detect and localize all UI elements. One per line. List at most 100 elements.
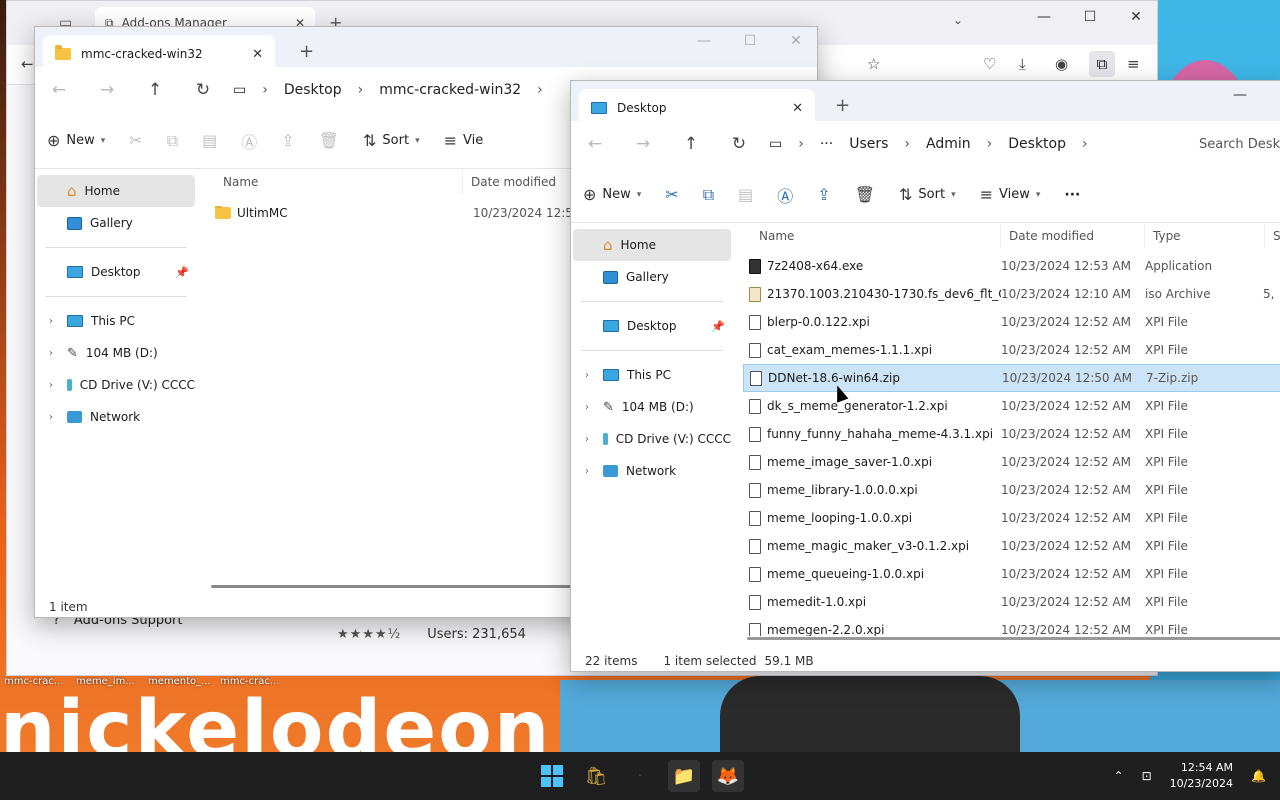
- refresh-icon[interactable]: ↻: [179, 80, 227, 100]
- rename-button[interactable]: Ⓐ: [765, 183, 805, 207]
- up-icon[interactable]: ↑: [131, 80, 179, 100]
- file-row[interactable]: UltimMC 10/23/2024 12:54 A: [213, 199, 613, 227]
- start-button[interactable]: [536, 760, 568, 792]
- sort-button[interactable]: ⇅ Sort ▾: [887, 185, 968, 204]
- monitor-icon[interactable]: ▭: [769, 136, 782, 152]
- chevron-right-icon[interactable]: ›: [49, 412, 59, 423]
- star-icon[interactable]: ☆: [867, 55, 880, 73]
- nav-item-drive-d[interactable]: › ✎ 104 MB (D:): [573, 391, 731, 423]
- forward-icon[interactable]: →: [619, 134, 667, 154]
- file-row[interactable]: 7z2408-x64.exe 10/23/2024 12:53 AM Applica…: [743, 252, 1280, 280]
- pocket-icon[interactable]: ♡: [983, 55, 996, 73]
- minimize-icon[interactable]: —: [681, 33, 727, 49]
- nav-item-gallery[interactable]: Gallery: [37, 207, 195, 239]
- more-crumbs-icon[interactable]: ···: [820, 136, 833, 152]
- delete-button[interactable]: 🗑: [307, 131, 351, 150]
- close-icon[interactable]: ✕: [1113, 9, 1159, 25]
- new-button[interactable]: ⊕ New ▾: [35, 131, 117, 150]
- cut-button[interactable]: ✂: [653, 185, 690, 204]
- file-row[interactable]: meme_image_saver-1.0.xpi 10/23/2024 12:52…: [743, 448, 1280, 476]
- nav-item-gallery[interactable]: Gallery: [573, 261, 731, 293]
- sort-button[interactable]: ⇅ Sort ▾: [351, 131, 432, 150]
- share-button[interactable]: ⇪: [269, 131, 306, 150]
- pin-icon[interactable]: 📌: [175, 266, 189, 279]
- new-tab-icon[interactable]: +: [299, 41, 314, 62]
- account-icon[interactable]: ◉: [1055, 55, 1068, 73]
- breadcrumb-desktop[interactable]: Desktop: [284, 82, 342, 98]
- nav-item-cd-drive[interactable]: › CD Drive (V:) CCCC: [37, 369, 195, 401]
- delete-button[interactable]: 🗑: [843, 185, 887, 204]
- file-explorer-button[interactable]: 📁: [668, 760, 700, 792]
- breadcrumb-admin[interactable]: Admin: [926, 136, 971, 152]
- file-row[interactable]: meme_queueing-1.0.0.xpi 10/23/2024 12:52 …: [743, 560, 1280, 588]
- breadcrumb-folder[interactable]: mmc-cracked-win32: [379, 82, 521, 98]
- maximize-icon[interactable]: ☐: [1067, 9, 1113, 25]
- pin-icon[interactable]: 📌: [711, 320, 725, 333]
- chevron-right-icon[interactable]: ›: [49, 380, 59, 391]
- column-name[interactable]: Name: [751, 224, 1001, 248]
- back-icon[interactable]: ←: [21, 55, 34, 73]
- minimize-icon[interactable]: —: [1217, 87, 1263, 103]
- file-row[interactable]: meme_magic_maker_v3-0.1.2.xpi 10/23/2024 …: [743, 532, 1280, 560]
- chevron-down-icon[interactable]: ⌄: [953, 13, 963, 27]
- rename-button[interactable]: Ⓐ: [229, 129, 269, 153]
- back-icon[interactable]: ←: [35, 80, 83, 100]
- maximize-icon[interactable]: ☐: [727, 33, 773, 49]
- horizontal-scrollbar[interactable]: [211, 585, 571, 588]
- close-tab-icon[interactable]: ✕: [792, 101, 803, 116]
- up-icon[interactable]: ↑: [667, 134, 715, 154]
- network-status-icon[interactable]: ⊡: [1142, 769, 1152, 783]
- refresh-icon[interactable]: ↻: [715, 134, 763, 154]
- paste-button[interactable]: ▤: [190, 131, 229, 150]
- nav-item-cd-drive[interactable]: › CD Drive (V:) CCCC: [573, 423, 731, 455]
- column-name[interactable]: Name: [215, 170, 463, 194]
- file-row[interactable]: memegen-2.2.0.xpi 10/23/2024 12:52 AM XPI …: [743, 616, 1280, 636]
- new-tab-icon[interactable]: +: [835, 95, 850, 116]
- nav-item-network[interactable]: › Network: [37, 401, 195, 433]
- column-type[interactable]: Type: [1145, 224, 1265, 248]
- chevron-right-icon[interactable]: ›: [585, 434, 595, 445]
- view-button[interactable]: ≡ View ▾: [968, 185, 1053, 204]
- desktop-icon-label[interactable]: mmc-crac...: [220, 676, 286, 692]
- nav-item-drive-d[interactable]: › ✎ 104 MB (D:): [37, 337, 195, 369]
- chevron-right-icon[interactable]: ›: [585, 370, 595, 381]
- paste-button[interactable]: ▤: [726, 185, 765, 204]
- file-row[interactable]: funny_funny_hahaha_meme-4.3.1.xpi 10/23/2…: [743, 420, 1280, 448]
- nav-item-home[interactable]: ⌂ Home: [573, 229, 731, 261]
- back-icon[interactable]: ←: [571, 134, 619, 154]
- menu-icon[interactable]: ≡: [1127, 55, 1140, 73]
- copy-button[interactable]: ⧉: [691, 185, 726, 205]
- desktop-icon-label[interactable]: memento_...: [148, 676, 214, 692]
- download-icon[interactable]: ⤓: [1019, 55, 1026, 73]
- more-options-button[interactable]: ···: [1052, 187, 1092, 203]
- clock[interactable]: 12:54 AM 10/23/2024: [1170, 760, 1233, 792]
- monitor-icon[interactable]: ▭: [233, 82, 246, 98]
- chevron-up-icon[interactable]: ⌃: [1114, 769, 1124, 783]
- close-icon[interactable]: ✕: [773, 33, 819, 49]
- nav-item-desktop[interactable]: Desktop 📌: [37, 256, 195, 288]
- cut-button[interactable]: ✂: [117, 131, 154, 150]
- copy-button[interactable]: ⧉: [155, 131, 190, 151]
- file-row[interactable]: DDNet-18.6-win64.zip 10/23/2024 12:50 AM 7…: [743, 364, 1280, 392]
- file-row[interactable]: 21370.1003.210430-1730.fs_dev6_flt_CLIE.…: [743, 280, 1280, 308]
- breadcrumb-desktop[interactable]: Desktop: [1008, 136, 1066, 152]
- chevron-right-icon[interactable]: ›: [49, 316, 59, 327]
- file-row[interactable]: meme_library-1.0.0.0.xpi 10/23/2024 12:52…: [743, 476, 1280, 504]
- extensions-icon[interactable]: ⧉: [1089, 51, 1115, 77]
- nav-item-home[interactable]: ⌂ Home: [37, 175, 195, 207]
- chevron-right-icon[interactable]: ›: [585, 466, 595, 477]
- share-button[interactable]: ⇪: [805, 185, 842, 204]
- store-button[interactable]: 🛍: [580, 760, 612, 792]
- chevron-right-icon[interactable]: ›: [49, 348, 59, 359]
- minimize-icon[interactable]: —: [1021, 9, 1067, 25]
- nav-item-desktop[interactable]: Desktop 📌: [573, 310, 731, 342]
- file-row[interactable]: cat_exam_memes-1.1.1.xpi 10/23/2024 12:52…: [743, 336, 1280, 364]
- nav-item-this-pc[interactable]: › This PC: [573, 359, 731, 391]
- nav-item-network[interactable]: › Network: [573, 455, 731, 487]
- new-button[interactable]: ⊕ New ▾: [571, 185, 653, 204]
- column-size[interactable]: Si: [1265, 224, 1280, 248]
- file-row[interactable]: dk_s_meme_generator-1.2.xpi 10/23/2024 12…: [743, 392, 1280, 420]
- firefox-button[interactable]: 🦊: [712, 760, 744, 792]
- search-input[interactable]: Search Deskt: [1199, 137, 1280, 152]
- forward-icon[interactable]: →: [83, 80, 131, 100]
